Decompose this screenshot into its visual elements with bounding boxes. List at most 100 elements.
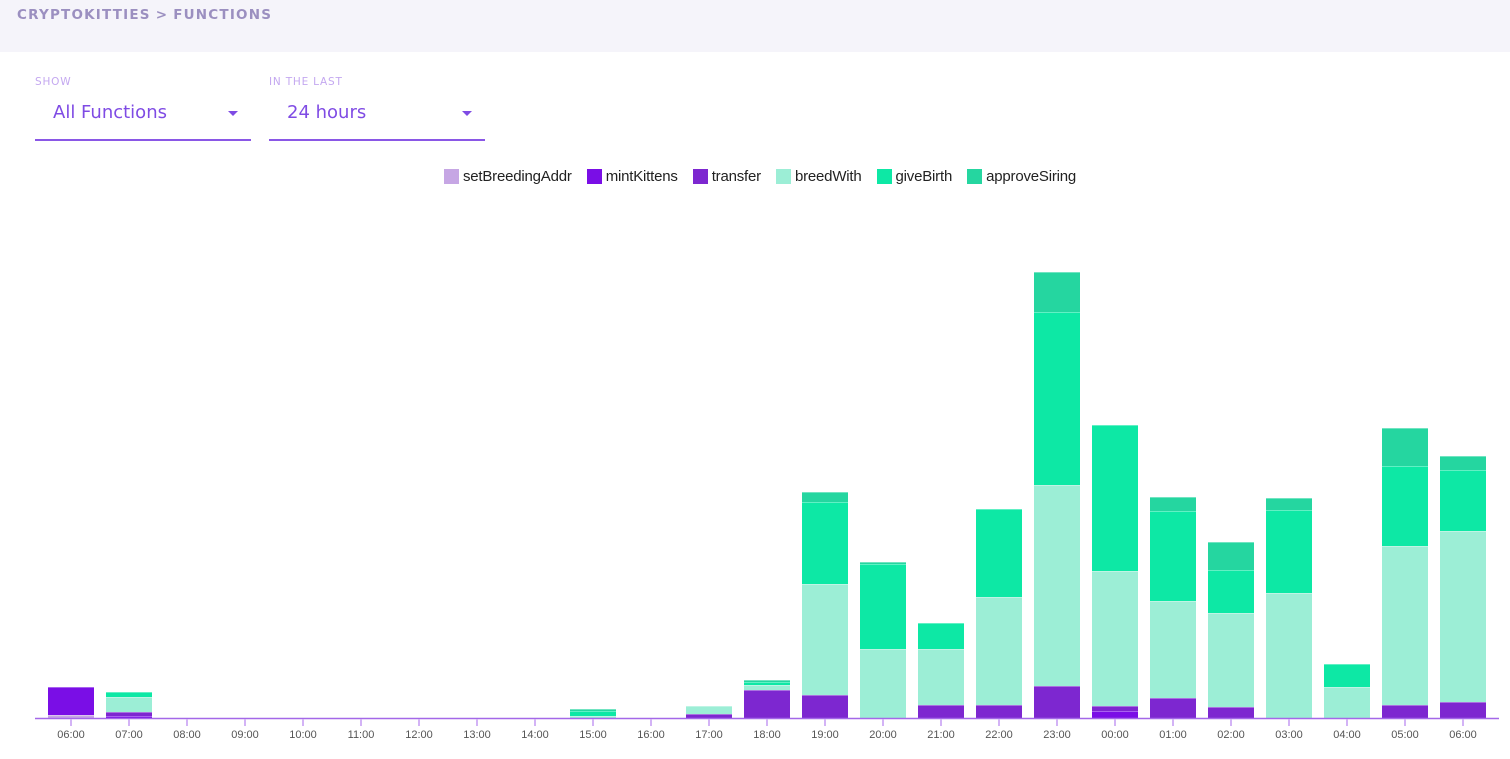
caret-down-icon[interactable] — [228, 111, 238, 116]
bar-stack[interactable] — [976, 509, 1022, 718]
bar-segment-breedwith[interactable] — [1092, 571, 1138, 706]
bar-segment-breedwith[interactable] — [686, 706, 732, 714]
x-tick-label: 20:00 — [869, 729, 897, 741]
bar-stack[interactable] — [48, 687, 94, 718]
legend-label: mintKittens — [605, 168, 678, 185]
breadcrumb-parent-link[interactable]: CRYPTOKITTIES — [17, 7, 151, 23]
bar-segment-breedwith[interactable] — [1266, 593, 1312, 718]
show-filter-label: SHOW — [35, 76, 72, 88]
legend-item-transfer[interactable]: transfer — [692, 168, 761, 185]
bar-segment-breedwith[interactable] — [1208, 613, 1254, 707]
bar-stack[interactable] — [106, 692, 152, 718]
bar-segment-approvesiring[interactable] — [1382, 428, 1428, 466]
bar-segment-transfer[interactable] — [802, 695, 848, 718]
bar-segment-givebirth[interactable] — [1324, 664, 1370, 687]
bar-segment-transfer[interactable] — [1382, 705, 1428, 718]
bar-stack[interactable] — [1440, 456, 1486, 718]
caret-down-icon[interactable] — [462, 111, 472, 116]
bar-segment-transfer[interactable] — [744, 690, 790, 718]
bar-stack[interactable] — [1034, 272, 1080, 718]
bar-stack[interactable] — [1208, 542, 1254, 718]
bar-segment-approvesiring[interactable] — [1440, 456, 1486, 470]
bar-segment-givebirth[interactable] — [1440, 470, 1486, 531]
bar-stack[interactable] — [802, 492, 848, 718]
bar-segment-givebirth[interactable] — [976, 509, 1022, 597]
bar-segment-transfer[interactable] — [1208, 707, 1254, 718]
legend-item-breedwith[interactable]: breedWith — [775, 168, 862, 185]
bar-segment-mintkittens[interactable] — [1092, 711, 1138, 718]
bar-segment-transfer[interactable] — [976, 705, 1022, 718]
bar-segment-approvesiring[interactable] — [1150, 497, 1196, 511]
bar-segment-transfer[interactable] — [1440, 702, 1486, 718]
bar-segment-transfer[interactable] — [1034, 686, 1080, 718]
bar-segment-givebirth[interactable] — [1092, 425, 1138, 571]
bar-segment-transfer[interactable] — [918, 705, 964, 718]
bar-segment-top-edge — [1208, 613, 1254, 614]
bar-segment-breedwith[interactable] — [802, 584, 848, 695]
bar-segment-top-edge — [686, 714, 732, 715]
time-range-label: IN THE LAST — [269, 76, 343, 88]
legend-swatch — [443, 169, 459, 184]
bar-segment-breedwith[interactable] — [106, 697, 152, 712]
bar-segment-top-edge — [48, 715, 94, 716]
bar-segment-transfer[interactable] — [1150, 698, 1196, 718]
bar-segment-breedwith[interactable] — [1324, 687, 1370, 718]
bar-stack[interactable] — [744, 680, 790, 718]
bar-stack[interactable] — [1324, 664, 1370, 718]
bar-segment-breedwith[interactable] — [918, 649, 964, 705]
bar-segment-approvesiring[interactable] — [1266, 498, 1312, 510]
bar-segment-approvesiring[interactable] — [802, 492, 848, 502]
bar-segment-top-edge — [1440, 456, 1486, 457]
legend-item-approvesiring[interactable]: approveSiring — [967, 168, 1076, 185]
bar-segment-breedwith[interactable] — [976, 597, 1022, 705]
time-range-filter: IN THE LAST 24 hours — [269, 74, 485, 141]
legend-item-givebirth[interactable]: giveBirth — [876, 168, 952, 185]
bar-segment-approvesiring[interactable] — [1208, 542, 1254, 570]
x-tick-label: 03:00 — [1275, 729, 1303, 741]
time-range-select[interactable]: 24 hours — [269, 92, 485, 141]
stacked-bar-chart: 06:00 07:00 08:00 09:00 10:00 11:00 12:00 13:00… — [0, 200, 1510, 759]
bar-stack[interactable] — [1266, 498, 1312, 718]
bar-segment-givebirth[interactable] — [802, 502, 848, 584]
bar-segment-breedwith[interactable] — [1440, 531, 1486, 702]
bar-segment-givebirth[interactable] — [918, 623, 964, 649]
bar-segment-top-edge — [744, 685, 790, 686]
page-header: CRYPTOKITTIES > FUNCTIONS — [0, 0, 1510, 52]
bar-segment-mintkittens[interactable] — [48, 687, 94, 715]
bar-segment-top-edge — [1382, 466, 1428, 467]
bar-segment-givebirth[interactable] — [1382, 466, 1428, 546]
bar-segment-top-edge — [1034, 485, 1080, 486]
x-tick-label: 11:00 — [348, 729, 375, 741]
bar-stack[interactable] — [918, 623, 964, 718]
x-tick-label: 14:00 — [521, 729, 549, 741]
bar-segment-breedwith[interactable] — [1382, 546, 1428, 705]
bar-segment-top-edge — [686, 706, 732, 707]
show-function-select[interactable]: All Functions — [35, 92, 251, 141]
legend-item-mintkittens[interactable]: mintKittens — [586, 168, 678, 185]
bar-segment-breedwith[interactable] — [1150, 601, 1196, 698]
bar-segment-top-edge — [802, 695, 848, 696]
bar-stack[interactable] — [570, 709, 616, 718]
bar-segment-breedwith[interactable] — [860, 649, 906, 718]
bar-stack[interactable] — [1092, 425, 1138, 718]
bar-segment-givebirth[interactable] — [1150, 511, 1196, 601]
bar-segment-top-edge — [744, 680, 790, 681]
x-axis: 06:00 07:00 08:00 09:00 10:00 11:00 12:00 13:00… — [35, 717, 1499, 741]
bar-segment-givebirth[interactable] — [1034, 312, 1080, 485]
bar-segment-givebirth[interactable] — [860, 564, 906, 649]
bar-segment-givebirth[interactable] — [1266, 510, 1312, 593]
bar-segment-givebirth[interactable] — [1208, 570, 1254, 613]
legend-item-setbreedingaddr[interactable]: setBreedingAddr — [443, 168, 572, 185]
bar-stack[interactable] — [1382, 428, 1428, 718]
bar-segment-top-edge — [976, 509, 1022, 510]
bar-segment-breedwith[interactable] — [1034, 485, 1080, 686]
x-tick-label: 02:00 — [1217, 729, 1245, 741]
bar-segment-top-edge — [1324, 687, 1370, 688]
time-range-value[interactable]: 24 hours — [287, 102, 366, 123]
bar-stack[interactable] — [1150, 497, 1196, 718]
bar-stack[interactable] — [686, 706, 732, 718]
bar-stack[interactable] — [860, 562, 906, 718]
bar-segment-top-edge — [1092, 425, 1138, 426]
show-function-value[interactable]: All Functions — [53, 102, 167, 123]
bar-segment-approvesiring[interactable] — [1034, 272, 1080, 312]
